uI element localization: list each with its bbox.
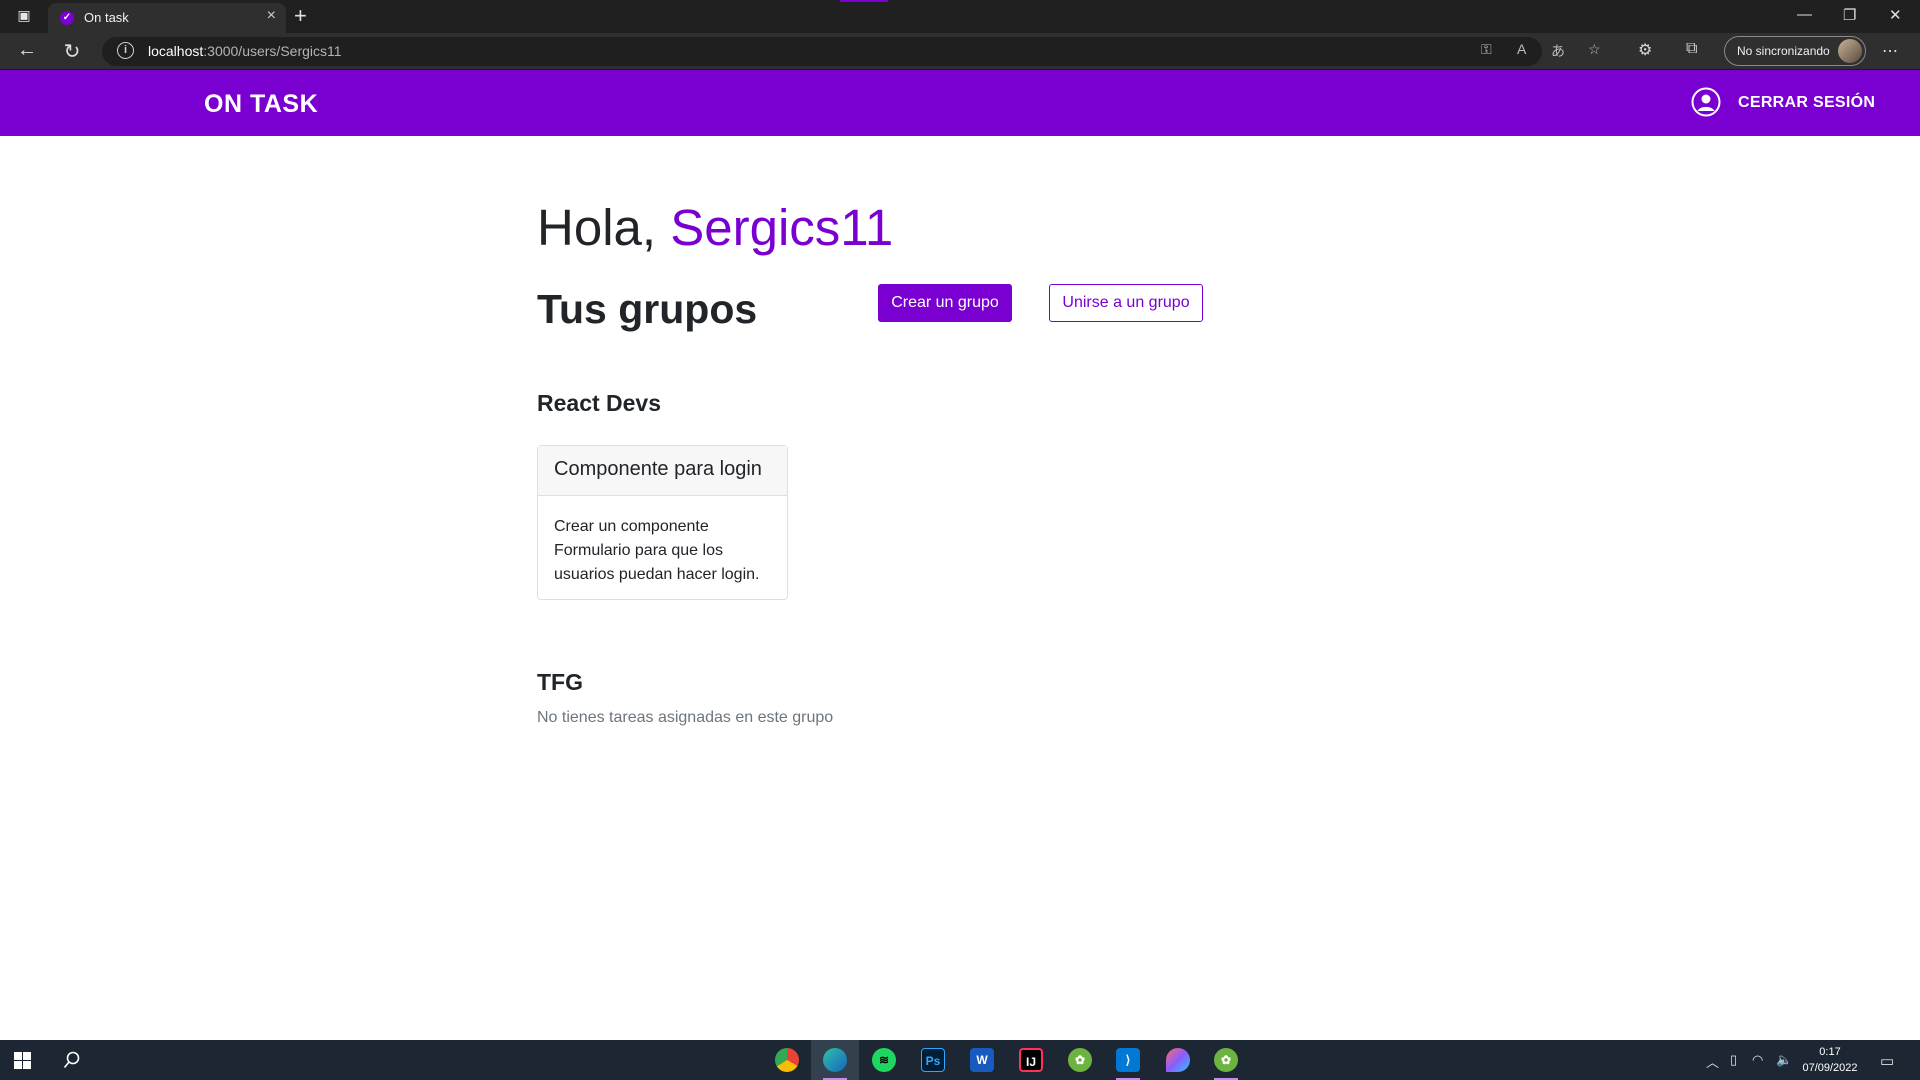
clock-date: 07/09/2022	[1802, 1062, 1858, 1074]
clock-time: 0:17	[1819, 1046, 1841, 1058]
task-card[interactable]: Componente para login Crear un component…	[537, 445, 788, 600]
chrome-icon[interactable]	[775, 1048, 799, 1072]
app-header: ON TASK CERRAR SESIÓN	[0, 70, 1920, 136]
new-tab-icon[interactable]: +	[294, 3, 307, 29]
favorites-icon[interactable]: ☆	[1588, 41, 1601, 58]
extensions-icon[interactable]: ⚙	[1638, 40, 1652, 60]
more-options-icon[interactable]: ⋯	[1882, 41, 1898, 61]
browser-tab[interactable]: ✓ On task ×	[48, 3, 286, 33]
profile-label: No sincronizando	[1737, 44, 1830, 58]
restore-icon[interactable]: ❐	[1843, 6, 1856, 24]
vscode-icon[interactable]: ⟩	[1116, 1048, 1140, 1072]
group-name-react-devs: React Devs	[537, 390, 662, 416]
notification-center-icon[interactable]: ▭	[1880, 1052, 1894, 1070]
task-card-description: Crear un componente Formulario para que …	[554, 518, 760, 583]
tab-title: On task	[84, 10, 129, 25]
greeting-heading: Hola, Sergics11	[537, 198, 893, 257]
spotify-icon[interactable]: ≋	[872, 1048, 896, 1072]
greeting-text: Hola,	[537, 199, 657, 256]
logout-button[interactable]: CERRAR SESIÓN	[1738, 94, 1875, 112]
url-text[interactable]: localhost:3000/users/Sergics11	[148, 43, 342, 59]
window-accent-line	[840, 0, 888, 2]
edge-icon[interactable]	[823, 1048, 847, 1072]
address-bar[interactable]: i localhost:3000/users/Sergics11	[102, 37, 1542, 66]
intellij-icon[interactable]: IJ	[1019, 1048, 1043, 1072]
address-toolbar: ← ↻ i localhost:3000/users/Sergics11 ⚿ A…	[0, 33, 1920, 70]
windows-taskbar: ≋ Ps W IJ ✿ ⟩ ✿ ︿ ▯ ◠ 🔈 0:17 07/09/2022 …	[0, 1040, 1920, 1080]
site-info-icon[interactable]: i	[117, 42, 134, 59]
word-icon[interactable]: W	[970, 1048, 994, 1072]
search-icon[interactable]	[63, 1051, 81, 1069]
windows-start-icon[interactable]	[14, 1052, 31, 1069]
color-picker-icon[interactable]	[1166, 1048, 1190, 1072]
checkmark-favicon-icon: ✓	[60, 11, 74, 25]
no-tasks-message: No tienes tareas asignadas en este grupo	[537, 709, 834, 726]
read-aloud-icon[interactable]: A	[1517, 41, 1526, 57]
spring-icon[interactable]: ✿	[1214, 1048, 1238, 1072]
wifi-icon[interactable]: ◠	[1752, 1052, 1763, 1068]
usb-icon[interactable]: ▯	[1730, 1052, 1737, 1068]
key-icon[interactable]: ⚿	[1481, 41, 1492, 58]
translate-icon[interactable]: あ	[1551, 41, 1565, 61]
minimize-icon[interactable]: —	[1797, 6, 1812, 23]
collections-icon[interactable]: ⧉	[1686, 40, 1697, 58]
show-hidden-icons-icon[interactable]: ︿	[1706, 1052, 1719, 1071]
profile-avatar	[1838, 39, 1862, 63]
close-window-icon[interactable]: ✕	[1889, 6, 1902, 24]
profile-button[interactable]: No sincronizando	[1724, 36, 1866, 66]
groups-title: Tus grupos	[537, 286, 758, 332]
brand-logo[interactable]: ON TASK	[204, 90, 318, 119]
create-group-button[interactable]: Crear un grupo	[878, 284, 1012, 322]
volume-icon[interactable]: 🔈	[1776, 1052, 1792, 1068]
user-circle-icon	[1691, 87, 1721, 117]
group-name-tfg: TFG	[537, 669, 583, 695]
system-clock[interactable]: 0:17 07/09/2022	[1798, 1044, 1862, 1076]
browser-tab-bar: ▣ ✓ On task × + — ❐ ✕	[0, 0, 1920, 33]
tab-actions-icon[interactable]: ▣	[8, 7, 40, 27]
refresh-icon[interactable]: ↻	[58, 39, 86, 64]
close-tab-icon[interactable]: ×	[267, 7, 276, 25]
back-icon[interactable]: ←	[13, 39, 41, 62]
join-group-button[interactable]: Unirse a un grupo	[1049, 284, 1203, 322]
task-card-title: Componente para login	[538, 446, 787, 496]
username-text: Sergics11	[670, 199, 894, 256]
spring-icon[interactable]: ✿	[1068, 1048, 1092, 1072]
photoshop-icon[interactable]: Ps	[921, 1048, 945, 1072]
